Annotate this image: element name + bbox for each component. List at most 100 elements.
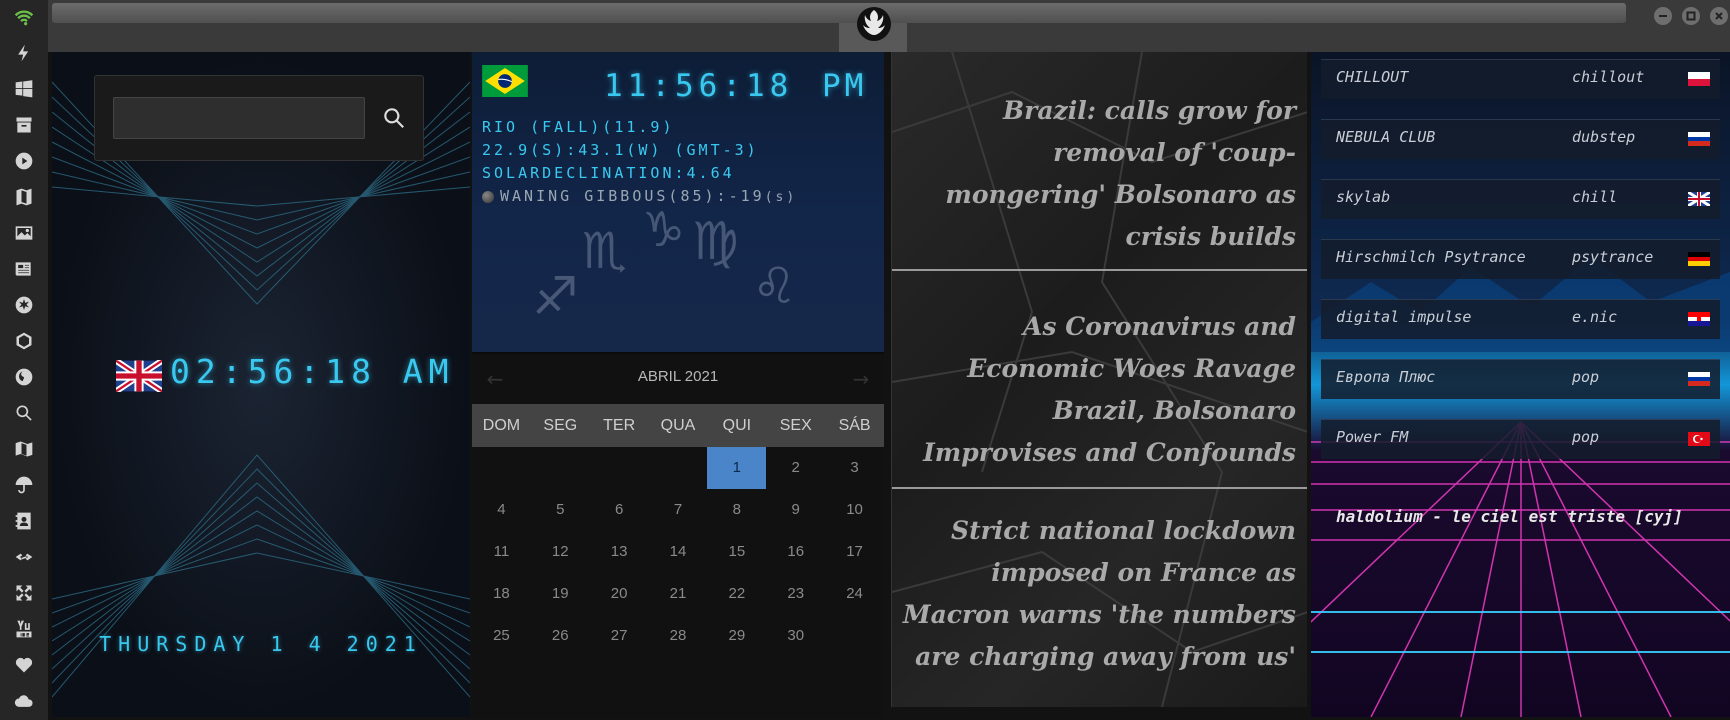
wifi-icon[interactable] (11, 4, 37, 30)
calendar-day[interactable]: 7 (649, 489, 708, 531)
windows-icon[interactable] (11, 76, 37, 102)
calendar-day[interactable]: 23 (766, 573, 825, 615)
calendar-day[interactable]: 19 (531, 573, 590, 615)
desktop-app: 02:56:18 AM THURSDAY 1 4 2021 ♐ ♏ ♑ ♍ ♌ … (0, 0, 1730, 720)
calendar-day[interactable]: 6 (590, 489, 649, 531)
calendar-day[interactable]: 15 (707, 531, 766, 573)
weekday-label: SEG (543, 417, 578, 434)
brazil-flag-icon (482, 65, 528, 97)
world-clock-panel: ♐ ♏ ♑ ♍ ♌ 11:56:18 PM RIO (FALL)(11.9) 2… (472, 52, 884, 717)
calendar-blank-cell (472, 447, 531, 489)
calendar-day[interactable]: 22 (707, 573, 766, 615)
calendar-day[interactable]: 18 (472, 573, 531, 615)
calendar-day[interactable]: 29 (707, 615, 766, 657)
local-date: THURSDAY 1 4 2021 (99, 632, 423, 656)
map-icon[interactable] (11, 436, 37, 462)
station-name: Hirschmilch Psytrance (1336, 248, 1526, 266)
rebel-alliance-icon (857, 7, 891, 41)
maximize-button[interactable] (1682, 7, 1700, 25)
rio-location: RIO (FALL)(11.9) (482, 118, 675, 136)
title-bar (48, 0, 1730, 52)
scorpio-glyph: ♏ (582, 222, 627, 280)
capricorn-glyph: ♑ (642, 202, 686, 258)
germany-flag-icon (1688, 252, 1710, 266)
radio-station-row[interactable]: Европа Плюс pop (1311, 352, 1730, 406)
station-name: digital impulse (1336, 308, 1472, 326)
poland-flag-icon (1688, 72, 1710, 86)
left-rail (0, 0, 48, 720)
calendar-day[interactable]: 26 (531, 615, 590, 657)
calendar-blank-cell (649, 447, 708, 489)
weekday-label: DOM (482, 417, 521, 434)
radio-station-row[interactable]: Hirschmilch Psytrance psytrance (1311, 232, 1730, 286)
station-genre: pop (1572, 368, 1600, 386)
hexagon-icon[interactable] (11, 328, 37, 354)
moon-icon (482, 190, 494, 203)
station-name: NEBULA CLUB (1336, 128, 1436, 146)
calendar-day[interactable]: 25 (472, 615, 531, 657)
cloud-icon[interactable] (11, 688, 37, 714)
radio-station-row[interactable]: digital impulse e.nic (1311, 292, 1730, 346)
calendar-day[interactable]: 11 (472, 531, 531, 573)
settings-icon[interactable] (11, 292, 37, 318)
search-box (94, 75, 424, 161)
calendar-day[interactable]: 9 (766, 489, 825, 531)
calendar-day[interactable]: 27 (590, 615, 649, 657)
calendar-day[interactable]: 5 (531, 489, 590, 531)
radio-station-row[interactable]: CHILLOUT chillout (1311, 52, 1730, 106)
calendar-day[interactable]: 17 (825, 531, 884, 573)
calendar-day[interactable]: 28 (649, 615, 708, 657)
search-input[interactable] (113, 97, 365, 139)
calendar-day[interactable]: 16 (766, 531, 825, 573)
archive-icon[interactable] (11, 112, 37, 138)
news-item-1[interactable]: Brazil: calls grow for removal of 'coup-… (902, 90, 1296, 258)
news-item-2[interactable]: As Coronavirus and Economic Woes Ravage … (902, 306, 1296, 474)
calendar-day[interactable]: 20 (590, 573, 649, 615)
station-genre: chill (1572, 188, 1618, 206)
link-icon[interactable] (11, 544, 37, 570)
image-icon[interactable] (11, 220, 37, 246)
youtube-icon[interactable] (11, 616, 37, 642)
weekday-header: DOM SEG TER QUA QUI SEX SÁB (472, 404, 884, 447)
astronomy-background: ♐ ♏ ♑ ♍ ♌ 11:56:18 PM RIO (FALL)(11.9) 2… (472, 52, 884, 352)
next-month-button[interactable]: → (846, 364, 876, 394)
radio-station-row[interactable]: NEBULA CLUB dubstep (1311, 112, 1730, 166)
calendar-day-today[interactable]: 1 (707, 447, 767, 489)
turkey-flag-icon (1688, 432, 1710, 446)
weekday-label: QUA (660, 417, 696, 434)
calendar-day[interactable]: 24 (825, 573, 884, 615)
calendar-day[interactable]: 21 (649, 573, 708, 615)
close-button[interactable] (1710, 7, 1728, 25)
globe-icon[interactable] (11, 364, 37, 390)
minimize-button[interactable] (1654, 7, 1672, 25)
news-item-3[interactable]: Strict national lockdown imposed on Fran… (902, 510, 1296, 678)
calendar-day[interactable]: 4 (472, 489, 531, 531)
leo-glyph: ♌ (752, 257, 797, 315)
search-icon[interactable] (11, 400, 37, 426)
calendar-day[interactable]: 30 (766, 615, 825, 657)
expand-icon[interactable] (11, 580, 37, 606)
heart-icon[interactable] (11, 652, 37, 678)
play-icon[interactable] (11, 148, 37, 174)
local-time: 02:56:18 AM (170, 352, 455, 391)
bottom-chevron-decoration (52, 454, 470, 698)
calendar-day[interactable]: 12 (531, 531, 590, 573)
search-button[interactable] (377, 98, 411, 138)
station-name: Европа Плюс (1336, 368, 1436, 386)
title-strip[interactable] (52, 3, 1626, 23)
calendar-day[interactable]: 14 (649, 531, 708, 573)
calendar-day[interactable]: 8 (707, 489, 766, 531)
news-icon[interactable] (11, 256, 37, 282)
radio-station-row[interactable]: Power FM pop (1311, 412, 1730, 466)
umbrella-icon[interactable] (11, 472, 37, 498)
map-book-icon[interactable] (11, 184, 37, 210)
contacts-icon[interactable] (11, 508, 37, 534)
calendar-day[interactable]: 2 (766, 447, 825, 489)
station-genre: chillout (1572, 68, 1645, 86)
calendar-day[interactable]: 10 (825, 489, 884, 531)
radio-station-row[interactable]: skylab chill (1311, 172, 1730, 226)
bolt-icon[interactable] (11, 40, 37, 66)
calendar-day[interactable]: 3 (825, 447, 884, 489)
calendar-day[interactable]: 13 (590, 531, 649, 573)
local-clock-panel: 02:56:18 AM THURSDAY 1 4 2021 (52, 52, 470, 717)
